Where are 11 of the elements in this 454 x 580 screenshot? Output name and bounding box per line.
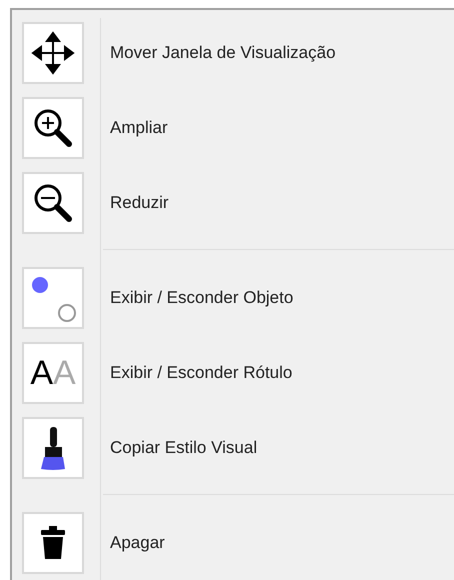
menu-item[interactable]: Reduzir xyxy=(12,172,454,234)
move-arrows-icon xyxy=(31,31,75,75)
menu-item[interactable]: Copiar Estilo Visual xyxy=(12,417,454,479)
menu-item[interactable]: Apagar xyxy=(12,512,454,574)
menu-item[interactable]: Exibir / Esconder Objeto xyxy=(12,267,454,329)
menu-item[interactable]: AA Exibir / Esconder Rótulo xyxy=(12,342,454,404)
brush-icon xyxy=(38,425,68,471)
letters-icon: AA xyxy=(22,342,84,404)
menu-item[interactable]: Mover Janela de Visualização xyxy=(12,22,454,84)
menu-item[interactable]: Ampliar xyxy=(12,97,454,159)
trash-can-icon xyxy=(40,526,66,560)
